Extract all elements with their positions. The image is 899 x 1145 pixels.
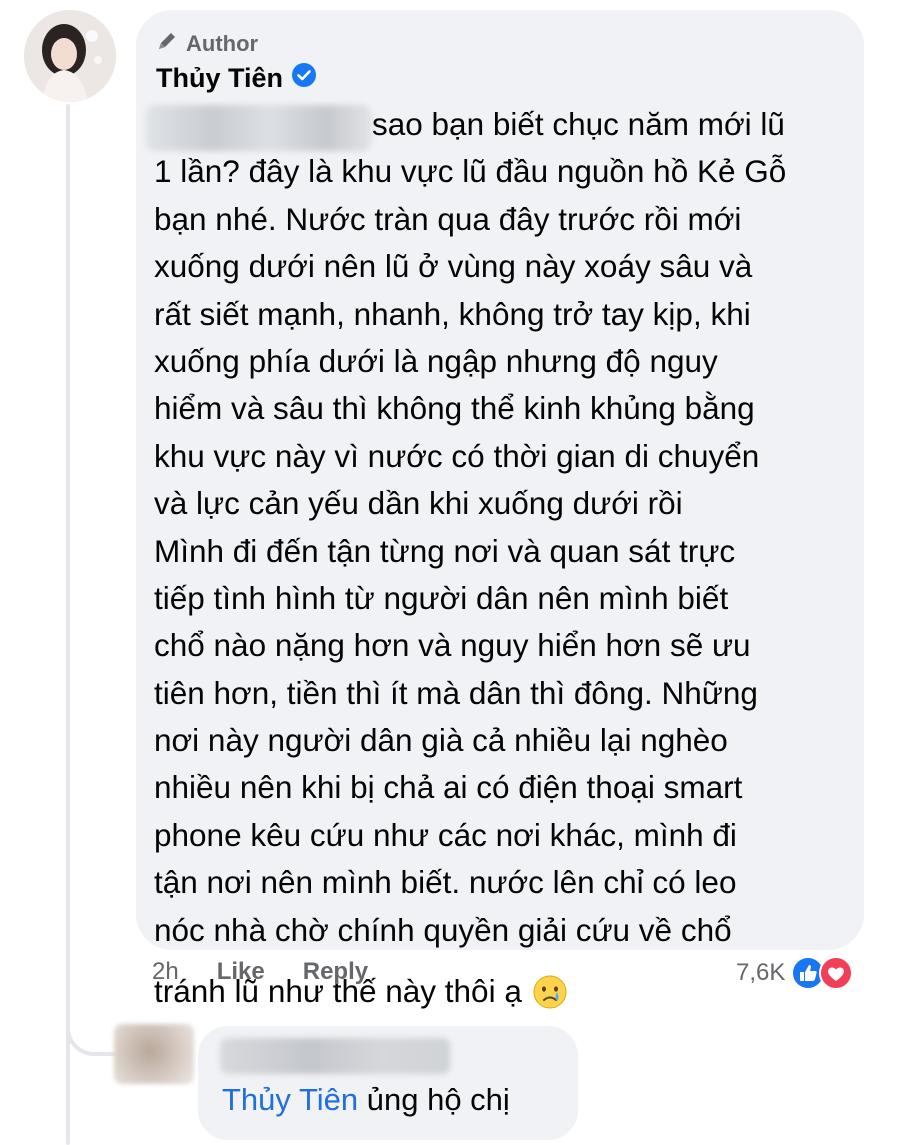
comment-text: sao bạn biết chục năm mới lũ 1 lần? đây … xyxy=(154,101,854,1015)
verified-check-icon xyxy=(291,62,317,95)
reply-mention-link[interactable]: Thủy Tiên xyxy=(222,1082,358,1117)
comment-line: hiểm và sâu thì không thể kinh khủng bằn… xyxy=(154,390,755,427)
comment-line: chổ nào nặng hơn và nguy hiển hơn sẽ ưu xyxy=(154,627,751,664)
author-avatar[interactable] xyxy=(24,10,116,102)
author-badge: Author xyxy=(156,30,258,58)
comment-actions: 2h Like Reply xyxy=(152,958,368,986)
reply-avatar[interactable] xyxy=(114,1024,194,1084)
author-name-row: Thủy Tiên xyxy=(156,62,317,95)
comment-line: Mình đi đến tận từng nơi và quan sát trự… xyxy=(154,532,736,569)
reaction-count: 7,6K xyxy=(736,959,786,986)
comment-line: tiên hơn, tiền thì ít mà dân thì đông. N… xyxy=(154,674,758,711)
comment-line: khu vực này vì nước có thời gian di chuy… xyxy=(154,437,760,474)
comment-line: bạn nhé. Nước tràn qua đây trước rồi mới xyxy=(154,200,742,237)
reply-bubble: Thủy Tiên ủng hộ chị xyxy=(198,1026,578,1140)
reply-body: ủng hộ chị xyxy=(358,1082,510,1117)
reply-author-name-blurred xyxy=(220,1038,450,1074)
comment-line: nhiều nên khi bị chả ai có điện thoại sm… xyxy=(154,769,743,806)
comment-line: xuống phía dưới là ngập nhưng độ nguy xyxy=(154,342,718,379)
comment-line: nơi này người dân già cả nhiều lại nghèo xyxy=(154,722,728,759)
comment-line: rất siết mạnh, nhanh, không trở tay kịp,… xyxy=(154,295,751,332)
comment-line: sao bạn biết chục năm mới lũ xyxy=(372,106,785,142)
crying-face-icon xyxy=(532,974,568,1010)
comment-line: tiếp tình hình từ người dân nên mình biế… xyxy=(154,579,729,616)
reply-button[interactable]: Reply xyxy=(303,958,368,986)
comment-line: phone kêu cứu như các nơi khác, mình đi xyxy=(154,816,737,853)
pen-icon xyxy=(156,30,178,58)
author-name-link[interactable]: Thủy Tiên xyxy=(156,63,283,94)
comment-line: nóc nhà chờ chính quyền giải cứu về chổ xyxy=(154,911,732,948)
comment-timestamp[interactable]: 2h xyxy=(152,958,179,986)
comment-line: và lực cản yếu dần khi xuống dưới rồi xyxy=(154,485,683,522)
like-button[interactable]: Like xyxy=(217,958,265,986)
reaction-icons xyxy=(791,956,854,990)
author-badge-label: Author xyxy=(186,31,259,56)
reaction-summary[interactable]: 7,6K xyxy=(736,956,854,990)
comment-line: tận nơi nên mình biết. nước lên chỉ có l… xyxy=(154,864,737,901)
comment-line: xuống dưới nên lũ ở vùng này xoáy sâu và xyxy=(154,248,753,285)
comment-line: 1 lần? đây là khu vực lũ đầu nguồn hồ Kẻ… xyxy=(154,153,787,190)
thread-line xyxy=(66,104,70,1145)
comment-bubble: Author Thủy Tiên sao bạn biết chục năm m… xyxy=(136,10,864,1009)
reply-connector-line xyxy=(66,1000,116,1056)
love-reaction-icon xyxy=(819,956,854,990)
reply-text: Thủy Tiên ủng hộ chị xyxy=(222,1082,510,1118)
